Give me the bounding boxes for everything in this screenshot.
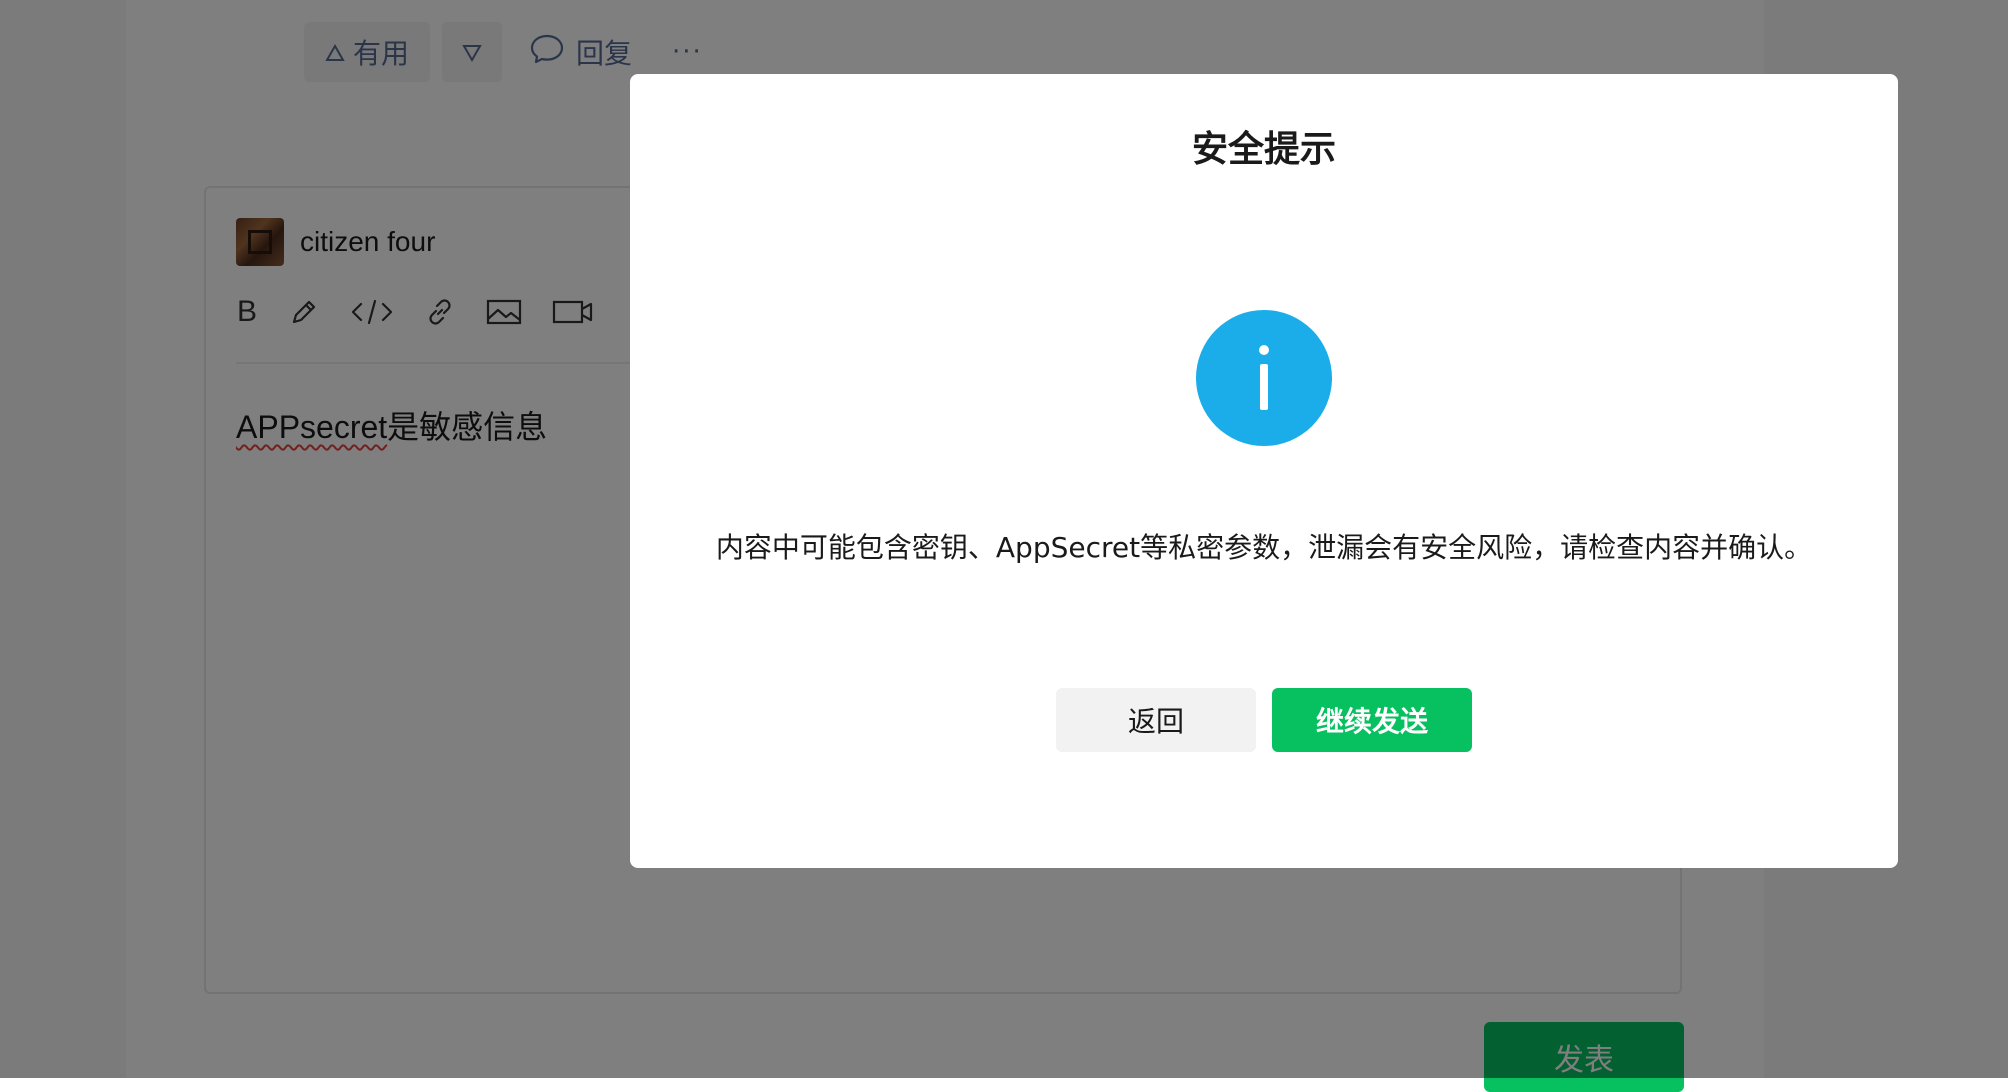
- dialog-message: 内容中可能包含密钥、AppSecret等私密参数，泄漏会有安全风险，请检查内容并…: [715, 531, 1813, 564]
- security-dialog: 安全提示 内容中可能包含密钥、AppSecret等私密参数，泄漏会有安全风险，请…: [630, 74, 1898, 868]
- dialog-title: 安全提示: [1191, 129, 1336, 170]
- continue-send-button[interactable]: 继续发送: [1272, 688, 1472, 752]
- info-icon: [1196, 310, 1332, 446]
- back-button[interactable]: 返回: [1056, 688, 1256, 752]
- dialog-actions: 返回 继续发送: [630, 688, 1898, 752]
